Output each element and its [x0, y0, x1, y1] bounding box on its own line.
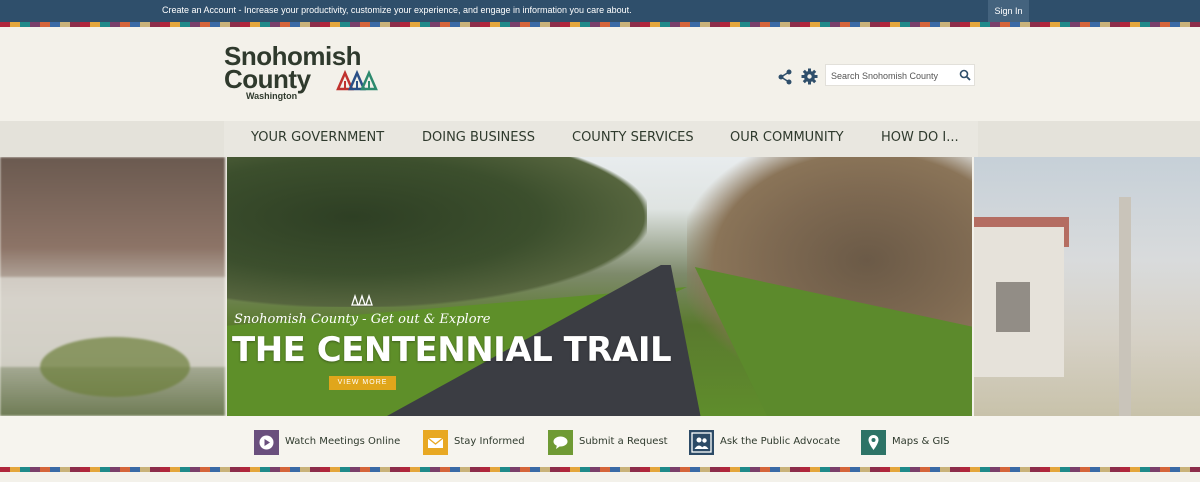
- quick-link-label: Maps & GIS: [892, 436, 950, 447]
- nav-our-community[interactable]: OUR COMMUNITY: [730, 121, 844, 157]
- search-input[interactable]: [831, 68, 951, 83]
- trees-left: [227, 157, 647, 307]
- nav-how-do-i[interactable]: HOW DO I...: [881, 121, 959, 157]
- quick-link-label: Ask the Public Advocate: [720, 436, 841, 447]
- quick-link-label: Stay Informed: [454, 436, 525, 447]
- hero-previous-slide-blurred: [0, 157, 225, 416]
- hero-carousel: Snohomish County - Get out & Explore THE…: [0, 157, 1200, 416]
- main-nav: YOUR GOVERNMENT DOING BUSINESS COUNTY SE…: [0, 121, 1200, 157]
- sign-in-button[interactable]: Sign In: [988, 0, 1029, 22]
- view-more-button[interactable]: VIEW MORE: [329, 376, 396, 390]
- search-icon[interactable]: [959, 69, 971, 81]
- speech-bubble-icon: [548, 430, 573, 455]
- map-pin-icon: [861, 430, 886, 455]
- envelope-icon: [423, 430, 448, 455]
- search-box: [825, 64, 975, 86]
- gear-icon[interactable]: [801, 68, 818, 85]
- account-bar: Create an Account - Increase your produc…: [0, 0, 1200, 22]
- county-logo[interactable]: Snohomish County Washington: [224, 43, 394, 105]
- nav-your-government[interactable]: YOUR GOVERNMENT: [251, 121, 384, 157]
- blurred-post: [1119, 197, 1131, 416]
- nav-county-services[interactable]: COUNTY SERVICES: [572, 121, 694, 157]
- site-header: Snohomish County Washington: [0, 27, 1200, 121]
- decorative-pattern-band: [0, 467, 1200, 472]
- create-account-link[interactable]: Create an Account - Increase your produc…: [162, 5, 632, 15]
- people-icon: [689, 430, 714, 455]
- quick-links-bar: Watch Meetings Online Stay Informed Subm…: [0, 416, 1200, 467]
- play-icon: [254, 430, 279, 455]
- blurred-window: [996, 282, 1030, 332]
- hero-headline: THE CENTENNIAL TRAIL: [232, 330, 672, 370]
- quick-link-label: Submit a Request: [579, 436, 668, 447]
- quick-link-label: Watch Meetings Online: [285, 436, 401, 447]
- logo-line-2: County: [224, 64, 311, 94]
- tree-mark-icon: [351, 294, 373, 306]
- logo-line-3: Washington: [246, 91, 298, 101]
- nav-doing-business[interactable]: DOING BUSINESS: [422, 121, 535, 157]
- hero-next-slide-blurred: [974, 157, 1200, 416]
- blurred-bush: [40, 337, 190, 397]
- hero-tagline: Snohomish County - Get out & Explore: [234, 312, 491, 327]
- main-nav-inner: YOUR GOVERNMENT DOING BUSINESS COUNTY SE…: [224, 121, 978, 157]
- tree-mark-icon: [336, 69, 378, 91]
- share-icon[interactable]: [777, 69, 793, 85]
